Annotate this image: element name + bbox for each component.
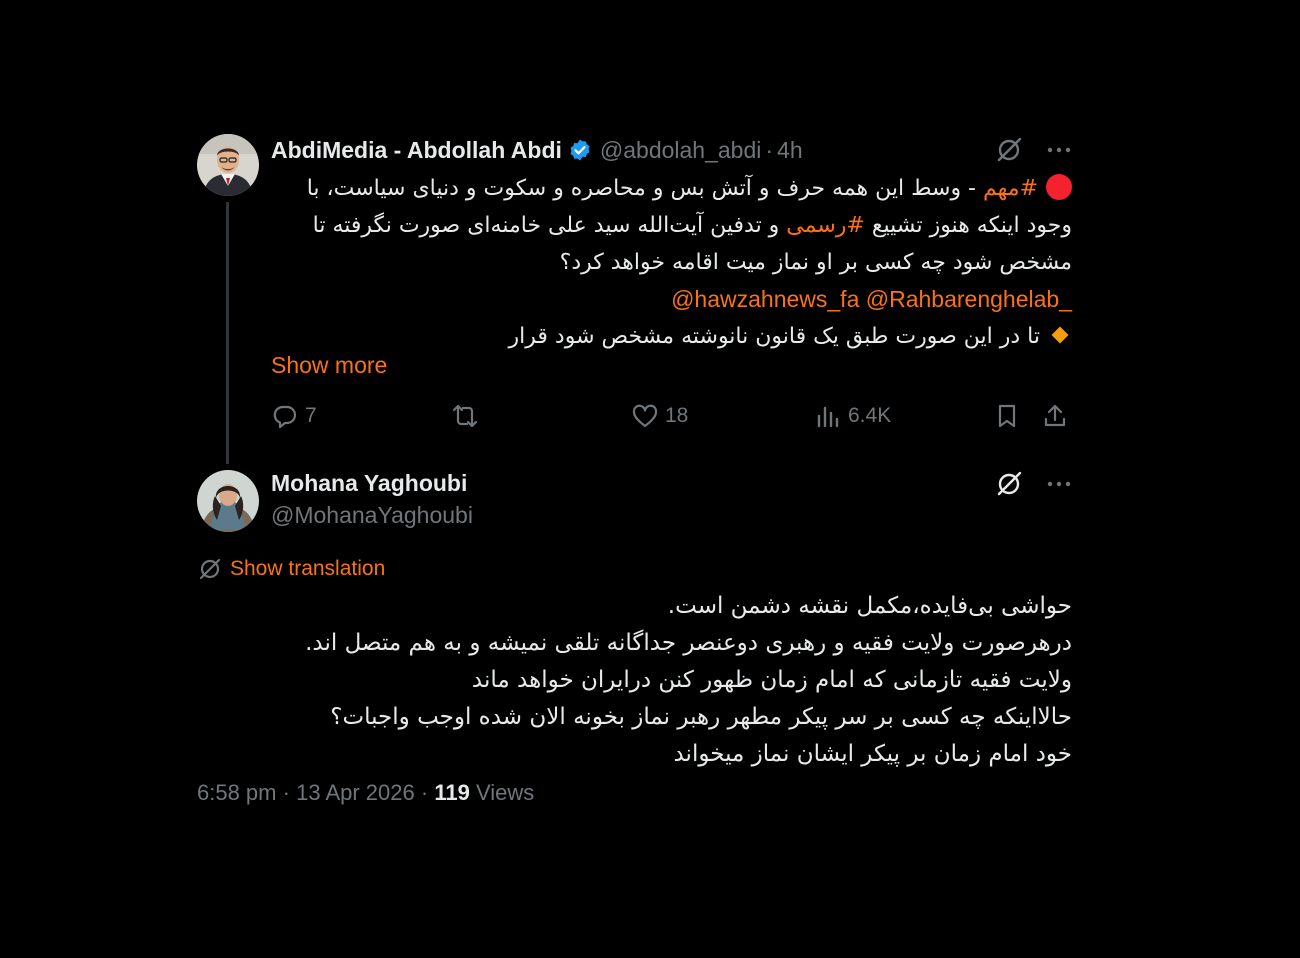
more-options-icon[interactable] <box>1046 471 1072 497</box>
reply-icon <box>273 405 297 429</box>
meta-separator: · <box>420 780 429 805</box>
view-count: 6.4K <box>848 404 892 427</box>
tweet-line-3: مشخص شود چه کسی بر او نماز میت اقامه خوا… <box>559 250 1072 275</box>
hashtag-link[interactable]: #مهم <box>983 176 1038 201</box>
header-actions <box>994 466 1072 502</box>
views-count: 119 <box>434 780 470 805</box>
reply-line: حواشی بی‌فایده،مکمل نقشه دشمن است. <box>667 593 1072 619</box>
reply-line: خود امام زمان بر پیکر ایشان نماز میخواند <box>673 741 1072 767</box>
tweet-text: #مهم - وسط این همه حرف و آتش بس و محاصره… <box>271 170 1072 355</box>
tweet-mentions: @hawzahnews_fa @Rahbarenghelab_ <box>271 281 1072 318</box>
thread-connector-line <box>226 202 229 464</box>
show-translation-label: Show translation <box>230 557 386 580</box>
tweet-line-2: وجود اینکه هنوز تشییع #رسمی و تدفین آیت‌… <box>271 207 1072 244</box>
tweet-meta: 6:58 pm · 13 Apr 2026 · 119 Views <box>197 780 534 806</box>
hashtag-link[interactable]: #رسمی <box>786 213 865 238</box>
more-options-icon[interactable] <box>1046 137 1072 163</box>
avatar[interactable] <box>197 470 259 532</box>
tweet-header: Mohana Yaghoubi @MohanaYaghoubi <box>271 466 473 530</box>
author-name[interactable]: Mohana Yaghoubi <box>271 466 473 500</box>
author-handle[interactable]: @abdolah_abdi <box>600 137 761 164</box>
red-circle-icon <box>1046 174 1072 200</box>
views-label: Views <box>475 780 535 805</box>
meta-separator: · <box>282 780 290 805</box>
parent-tweet[interactable]: AbdiMedia - Abdollah Abdi @abdolah_abdi … <box>197 130 1072 464</box>
reply-line: ولایت فقیه تازمانی که امام زمان ظهور کنن… <box>471 667 1072 693</box>
share-button[interactable] <box>1041 402 1069 430</box>
avatar-photo-yaghoubi <box>197 470 259 532</box>
show-more-link[interactable]: Show more <box>271 352 387 379</box>
reply-button[interactable]: 7 <box>271 402 317 430</box>
conversation-thread: AbdiMedia - Abdollah Abdi @abdolah_abdi … <box>197 130 1072 840</box>
post-time[interactable]: 6:58 pm <box>197 780 277 805</box>
views-button[interactable]: 6.4K <box>814 402 891 430</box>
show-translation-link[interactable]: Show translation <box>197 556 385 582</box>
mention-link[interactable]: @hawzahnews_fa <box>671 286 859 312</box>
reply-tweet[interactable]: Mohana Yaghoubi @MohanaYaghoubi Show tra… <box>197 460 1072 840</box>
share-icon <box>1044 404 1066 427</box>
author-handle[interactable]: @MohanaYaghoubi <box>271 502 473 528</box>
retweet-button[interactable] <box>451 402 479 430</box>
grok-icon[interactable] <box>994 135 1024 165</box>
translate-grok-icon <box>199 558 221 580</box>
heart-icon <box>632 404 658 428</box>
reply-line: حالااینکه چه کسی بر سر پیکر مطهر رهبر نم… <box>330 704 1072 730</box>
tweet-line-2-pre: وجود اینکه هنوز تشییع <box>864 213 1072 238</box>
tweet-actions: 7 18 6.4K <box>271 402 1072 438</box>
like-button[interactable]: 18 <box>631 402 688 430</box>
tweet-timestamp[interactable]: 4h <box>777 137 803 164</box>
tweet-header: AbdiMedia - Abdollah Abdi @abdolah_abdi … <box>271 132 1072 168</box>
tweet-line-2-post: و تدفین آیت‌الله سید علی خامنه‌ای صورت ن… <box>312 213 787 238</box>
orange-diamond-icon <box>1051 326 1069 344</box>
avatar-photo-abdi <box>197 134 259 196</box>
reply-text: حواشی بی‌فایده،مکمل نقشه دشمن است. درهرص… <box>197 588 1072 773</box>
grok-icon[interactable] <box>994 469 1024 499</box>
author-name[interactable]: AbdiMedia - Abdollah Abdi <box>271 137 562 164</box>
header-separator: · <box>765 136 774 163</box>
analytics-bar-icon <box>817 406 839 428</box>
tweet-line-1: #مهم - وسط این همه حرف و آتش بس و محاصره… <box>271 170 1072 207</box>
verified-badge-icon <box>570 139 590 161</box>
mention-link[interactable]: @Rahbarenghelab_ <box>866 286 1072 312</box>
reply-count: 7 <box>305 404 317 427</box>
bookmark-button[interactable] <box>993 402 1021 430</box>
tweet-line-5-text: تا در این صورت طبق یک قانون نانوشته مشخص… <box>508 324 1040 349</box>
post-date[interactable]: 13 Apr 2026 <box>296 780 415 805</box>
like-count: 18 <box>665 404 689 427</box>
tweet-line-1-text: - وسط این همه حرف و آتش بس و محاصره و سک… <box>306 176 983 201</box>
bookmark-icon <box>998 404 1016 428</box>
reply-line: درهرصورت ولایت فقیه و رهبری دوعنصر جداگا… <box>305 630 1072 656</box>
avatar[interactable] <box>197 134 259 196</box>
tweet-line-5: تا در این صورت طبق یک قانون نانوشته مشخص… <box>271 318 1072 355</box>
retweet-icon <box>452 404 478 428</box>
header-actions <box>994 132 1072 168</box>
